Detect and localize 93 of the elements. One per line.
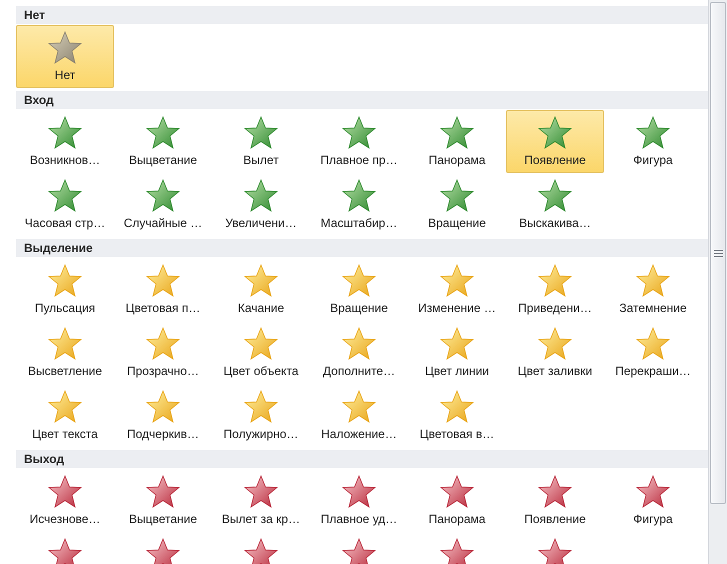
star-icon (243, 537, 279, 564)
animation-effect-item[interactable]: Цвет объекта (212, 321, 310, 384)
star-icon (243, 389, 279, 425)
star-icon (145, 474, 181, 510)
animation-effect-item[interactable]: Возникнов… (16, 110, 114, 173)
star-icon (537, 474, 573, 510)
star-icon (439, 178, 475, 214)
animation-effect-item[interactable]: Часовая стр… (16, 173, 114, 236)
star-icon (47, 30, 83, 66)
star-icon (341, 115, 377, 151)
animation-effect-item[interactable]: Фигура (604, 469, 702, 532)
animation-effect-item[interactable]: Высветление (16, 321, 114, 384)
animation-effect-item[interactable]: Цветовая п… (114, 258, 212, 321)
star-icon (439, 263, 475, 299)
star-icon (439, 474, 475, 510)
star-icon (243, 326, 279, 362)
scrollbar-thumb[interactable] (710, 2, 726, 504)
animation-effect-item[interactable]: Появление (506, 110, 604, 173)
animation-effect-item[interactable]: Нет (16, 25, 114, 88)
star-icon (243, 263, 279, 299)
star-icon (145, 326, 181, 362)
animation-effect-item[interactable]: Вылет за кр… (212, 469, 310, 532)
animation-effect-item[interactable]: Плавное уд… (310, 469, 408, 532)
animation-effect-item[interactable]: Вращение (408, 173, 506, 236)
star-icon (243, 178, 279, 214)
star-icon (145, 537, 181, 564)
star-icon (47, 326, 83, 362)
star-icon (439, 537, 475, 564)
animation-effect-item[interactable]: Цвет заливки (506, 321, 604, 384)
animation-effect-item[interactable]: Приведени… (506, 258, 604, 321)
star-icon (537, 326, 573, 362)
star-icon (47, 115, 83, 151)
animation-effect-item[interactable]: Изменение … (408, 258, 506, 321)
star-icon (341, 537, 377, 564)
animation-effect-item[interactable]: Наложение… (310, 384, 408, 447)
animation-effect-item[interactable]: Пульсация (16, 258, 114, 321)
star-icon (439, 115, 475, 151)
star-icon (537, 263, 573, 299)
animation-effect-item[interactable]: Появление (506, 469, 604, 532)
star-icon (635, 326, 671, 362)
animation-effect-item[interactable]: Исчезнове… (16, 469, 114, 532)
animation-effect-item[interactable]: Панорама (408, 110, 506, 173)
animation-effect-item[interactable]: Перекраши… (604, 321, 702, 384)
star-icon (537, 178, 573, 214)
animation-effect-item[interactable]: Цветовая в… (408, 384, 506, 447)
star-icon (145, 178, 181, 214)
section-header: Нет (16, 6, 708, 24)
star-icon (341, 326, 377, 362)
section-header: Выделение (16, 239, 708, 257)
animation-effect-item[interactable]: Вылет (212, 110, 310, 173)
star-icon (47, 474, 83, 510)
scrollbar[interactable] (708, 0, 727, 564)
animation-effect-item[interactable]: Масштабир… (310, 173, 408, 236)
animation-effect-item[interactable]: Случайные … (114, 173, 212, 236)
star-icon (341, 474, 377, 510)
grip-icon (714, 250, 722, 256)
star-icon (635, 263, 671, 299)
animation-effect-item[interactable]: Плавное пр… (310, 110, 408, 173)
star-icon (635, 474, 671, 510)
animation-effect-item[interactable]: Прозрачно… (114, 321, 212, 384)
animation-effect-item[interactable]: Выцветание (114, 110, 212, 173)
section-header: Выход (16, 450, 708, 468)
animation-effect-item[interactable]: Цвет текста (16, 384, 114, 447)
star-icon (635, 115, 671, 151)
section-header: Вход (16, 91, 708, 109)
star-icon (341, 178, 377, 214)
animation-effect-item[interactable]: Цвет линии (408, 321, 506, 384)
star-icon (537, 115, 573, 151)
animation-effect-item[interactable]: Вращение (310, 258, 408, 321)
animation-effect-item[interactable]: Фигура (604, 110, 702, 173)
star-icon (243, 474, 279, 510)
star-icon (145, 115, 181, 151)
animation-effect-item[interactable]: Качание (212, 258, 310, 321)
star-icon (439, 389, 475, 425)
star-icon (47, 178, 83, 214)
animation-effect-item[interactable]: Дополните… (310, 321, 408, 384)
star-icon (145, 263, 181, 299)
star-icon (47, 537, 83, 564)
animation-effect-item[interactable]: Увеличени… (212, 173, 310, 236)
star-icon (439, 326, 475, 362)
animation-effect-item[interactable]: Выскакива… (506, 173, 604, 236)
animation-effect-item[interactable]: Подчеркив… (114, 384, 212, 447)
animation-effect-item[interactable]: Выцветание (114, 469, 212, 532)
animation-effect-item[interactable]: Затемнение (604, 258, 702, 321)
star-icon (537, 537, 573, 564)
star-icon (341, 263, 377, 299)
star-icon (47, 263, 83, 299)
star-icon (145, 389, 181, 425)
animation-effect-item[interactable]: Панорама (408, 469, 506, 532)
animation-effect-item[interactable]: Полужирно… (212, 384, 310, 447)
star-icon (341, 389, 377, 425)
star-icon (47, 389, 83, 425)
star-icon (243, 115, 279, 151)
